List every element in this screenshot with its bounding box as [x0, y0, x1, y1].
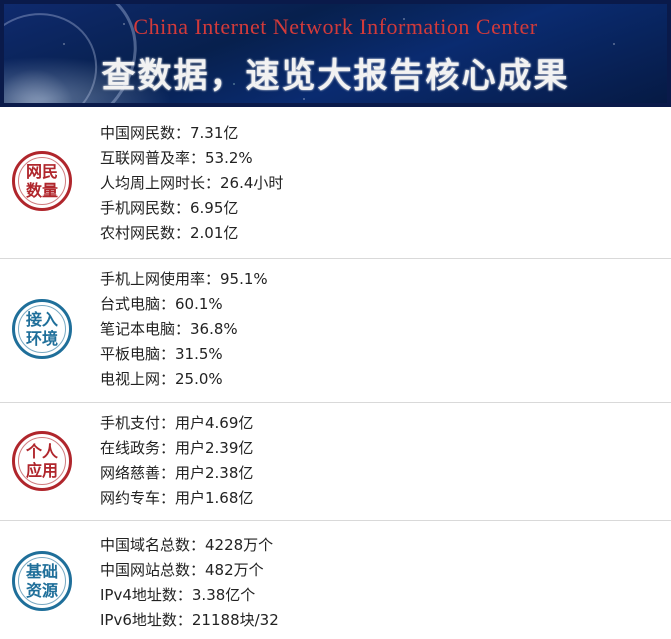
netizen-stats-list: 中国网民数：7.31亿 互联网普及率：53.2% 人均周上网时长：26.4小时 … — [100, 121, 283, 246]
list-item: 人均周上网时长：26.4小时 — [100, 174, 284, 192]
list-item: IPv4地址数：3.38亿个 — [100, 586, 256, 604]
badge-line-1: 个人 — [25, 442, 58, 461]
section-access-environment: 接入 环境 手机上网使用率：95.1% 台式电脑：60.1% 笔记本电脑：36.… — [0, 259, 671, 403]
badge-line-2: 数量 — [25, 181, 58, 200]
list-item: 电视上网：25.0% — [100, 370, 223, 388]
list-item: 互联网普及率：53.2% — [100, 149, 253, 167]
list-item: 手机支付：用户4.69亿 — [100, 414, 254, 432]
badge-line-2: 环境 — [25, 329, 58, 348]
basic-resources-badge: 基础 资源 — [12, 551, 72, 611]
applications-stats-list: 手机支付：用户4.69亿 在线政务：用户2.39亿 网络慈善：用户2.38亿 网… — [100, 411, 253, 511]
list-item: 中国网站总数：482万个 — [100, 561, 264, 579]
banner-english-title: China Internet Network Information Cente… — [133, 14, 538, 39]
badge-line-1: 网民 — [25, 162, 58, 181]
list-item: 中国网民数：7.31亿 — [100, 124, 239, 142]
list-item: 手机网民数：6.95亿 — [100, 199, 239, 217]
list-item: 在线政务：用户2.39亿 — [100, 439, 254, 457]
banner-chinese-title: 查数据，速览大报告核心成果 — [101, 56, 570, 96]
list-item: 网约专车：用户1.68亿 — [100, 489, 254, 507]
badge-line-1: 基础 — [25, 562, 58, 581]
header-banner: China Internet Network Information Cente… — [0, 0, 671, 107]
list-item: 中国域名总数：4228万个 — [100, 536, 274, 554]
netizen-count-badge: 网民 数量 — [12, 151, 72, 211]
personal-applications-badge: 个人 应用 — [12, 431, 72, 491]
list-item: 网络慈善：用户2.38亿 — [100, 464, 254, 482]
list-item: 笔记本电脑：36.8% — [100, 320, 238, 338]
badge-line-1: 接入 — [25, 310, 58, 329]
section-personal-applications: 个人 应用 手机支付：用户4.69亿 在线政务：用户2.39亿 网络慈善：用户2… — [0, 403, 671, 521]
badge-line-2: 应用 — [25, 461, 58, 480]
access-stats-list: 手机上网使用率：95.1% 台式电脑：60.1% 笔记本电脑：36.8% 平板电… — [100, 267, 268, 392]
badge-line-2: 资源 — [25, 581, 58, 600]
list-item: 农村网民数：2.01亿 — [100, 224, 239, 242]
list-item: IPv6地址数：21188块/32 — [100, 611, 279, 629]
section-basic-resources: 基础 资源 中国域名总数：4228万个 中国网站总数：482万个 IPv4地址数… — [0, 521, 671, 639]
access-environment-badge: 接入 环境 — [12, 299, 72, 359]
resources-stats-list: 中国域名总数：4228万个 中国网站总数：482万个 IPv4地址数：3.38亿… — [100, 533, 279, 633]
list-item: 平板电脑：31.5% — [100, 345, 223, 363]
list-item: 台式电脑：60.1% — [100, 295, 223, 313]
list-item: 手机上网使用率：95.1% — [100, 270, 268, 288]
section-netizen-count: 网民 数量 中国网民数：7.31亿 互联网普及率：53.2% 人均周上网时长：2… — [0, 107, 671, 259]
